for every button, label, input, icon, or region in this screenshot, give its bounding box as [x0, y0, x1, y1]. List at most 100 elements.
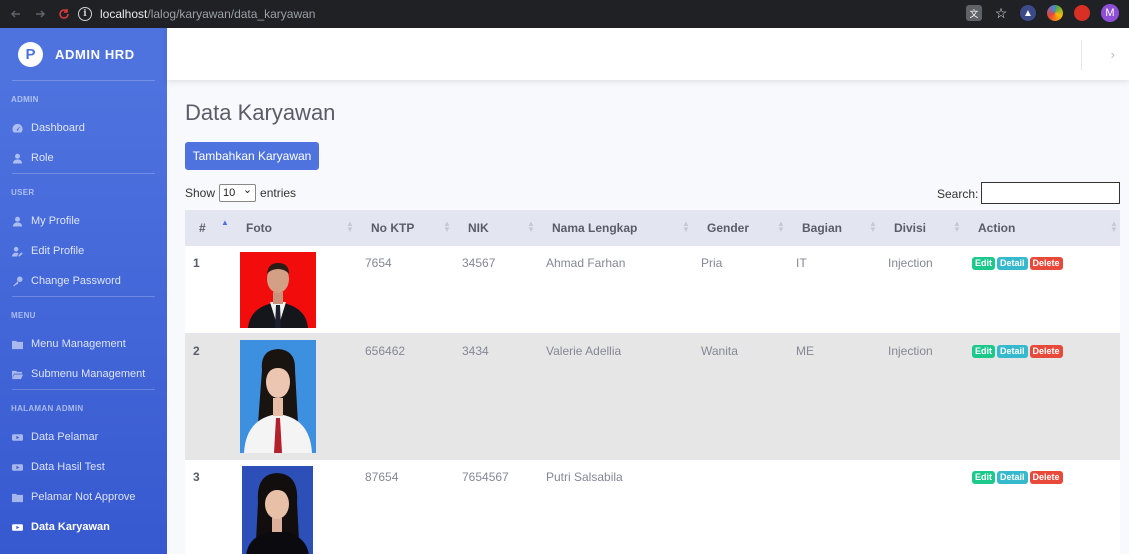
youtube-icon: [11, 431, 23, 443]
table-row: 1 7654 34567 Ahmad Farhan Pria IT Inject…: [185, 245, 1120, 333]
cell-divisi: Injection: [888, 344, 933, 358]
sort-icon: ▲ ▼: [443, 219, 451, 234]
table-row: 2 656462 3434 Valerie Adellia Wanita ME …: [185, 333, 1120, 459]
reload-icon[interactable]: [58, 8, 70, 20]
star-icon[interactable]: ☆: [993, 5, 1009, 21]
search-input[interactable]: [981, 182, 1120, 204]
sort-icon: ▲ ▼: [346, 219, 354, 234]
sidebar-heading-user: USER: [11, 188, 35, 197]
add-employee-button[interactable]: Tambahkan Karyawan: [185, 142, 319, 170]
col-header-no[interactable]: #: [199, 221, 206, 235]
cell-nik: 3434: [462, 344, 489, 358]
address-bar[interactable]: i localhost/lalog/karyawan/data_karyawan: [78, 3, 958, 25]
url-host: localhost: [100, 7, 148, 21]
row-actions: Edit Detail Delete: [972, 257, 1063, 270]
forward-icon[interactable]: [34, 8, 46, 20]
youtube-icon: [11, 521, 23, 533]
col-header-divisi[interactable]: Divisi: [894, 221, 926, 235]
cell-bagian: ME: [796, 344, 814, 358]
col-header-bagian[interactable]: Bagian: [802, 221, 842, 235]
delete-button[interactable]: Delete: [1029, 471, 1063, 484]
youtube-icon: [11, 461, 23, 473]
cell-nik: 7654567: [462, 470, 509, 484]
sort-icon: ▲ ▼: [953, 219, 961, 234]
sidebar-item-label: Change Password: [31, 275, 121, 287]
detail-button[interactable]: Detail: [997, 345, 1028, 358]
sidebar-item-label: Role: [31, 152, 54, 164]
row-actions: Edit Detail Delete: [972, 345, 1063, 358]
detail-button[interactable]: Detail: [997, 471, 1028, 484]
entries-label: entries: [260, 186, 297, 200]
employee-photo: [242, 466, 313, 554]
cell-nik: 34567: [462, 256, 496, 270]
edit-button[interactable]: Edit: [972, 257, 995, 270]
topbar: ›: [167, 28, 1129, 80]
sidebar-item-change-password[interactable]: Change Password: [0, 266, 167, 296]
main-content: Data Karyawan Tambahkan Karyawan Show 10…: [167, 80, 1129, 554]
profile-avatar[interactable]: M: [1101, 4, 1119, 22]
sidebar-heading-halaman-admin: HALAMAN ADMIN: [11, 404, 84, 413]
col-header-foto[interactable]: Foto: [246, 221, 272, 235]
back-icon[interactable]: [10, 8, 22, 20]
edit-button[interactable]: Edit: [972, 471, 995, 484]
cell-no: 2: [193, 344, 200, 358]
sidebar-item-label: Menu Management: [31, 338, 126, 350]
cell-no: 1: [193, 256, 200, 270]
sidebar-item-dashboard[interactable]: Dashboard: [0, 113, 167, 143]
sidebar-item-label: Data Pelamar: [31, 431, 99, 443]
sidebar-item-edit-profile[interactable]: Edit Profile: [0, 236, 167, 266]
sort-icon: ▲ ▼: [527, 219, 535, 234]
extension-color-icon[interactable]: [1047, 5, 1063, 21]
cell-nama: Valerie Adellia: [546, 344, 622, 358]
cell-no: 3: [193, 470, 200, 484]
sidebar-brand[interactable]: P ADMIN HRD: [0, 28, 167, 80]
col-header-no-ktp[interactable]: No KTP: [371, 221, 414, 235]
show-label: Show: [185, 186, 216, 200]
sidebar-heading-admin: ADMIN: [11, 95, 39, 104]
sidebar-item-label: My Profile: [31, 215, 80, 227]
employee-photo: [240, 340, 316, 453]
entries-select-value: 10: [223, 187, 236, 199]
delete-button[interactable]: Delete: [1029, 345, 1063, 358]
entries-select[interactable]: 10: [219, 183, 257, 202]
sidebar-item-label: Edit Profile: [31, 245, 85, 257]
show-entries: Show 10 entries: [185, 183, 297, 202]
dashboard-icon: [11, 122, 23, 134]
sidebar: P ADMIN HRD ADMIN Dashboard Role USER My…: [0, 28, 167, 554]
sidebar-item-submenu-management[interactable]: Submenu Management: [0, 359, 167, 389]
url-path: /lalog/karyawan/data_karyawan: [147, 7, 316, 21]
sidebar-item-role[interactable]: Role: [0, 143, 167, 173]
col-header-action[interactable]: Action: [978, 221, 1015, 235]
col-header-gender[interactable]: Gender: [707, 221, 749, 235]
sidebar-item-data-pelamar[interactable]: Data Pelamar: [0, 422, 167, 452]
sidebar-item-my-profile[interactable]: My Profile: [0, 206, 167, 236]
employee-photo: [240, 252, 316, 328]
folder-icon: [11, 491, 23, 503]
cell-gender: Pria: [701, 256, 723, 270]
sidebar-item-data-hasil-test[interactable]: Data Hasil Test: [0, 452, 167, 482]
detail-button[interactable]: Detail: [997, 257, 1028, 270]
site-info-icon[interactable]: i: [78, 7, 92, 21]
col-header-nik[interactable]: NIK: [468, 221, 489, 235]
cell-nama: Ahmad Farhan: [546, 256, 626, 270]
sidebar-item-data-karyawan[interactable]: Data Karyawan: [0, 512, 167, 542]
table-header: # ▲ Foto ▲ ▼ No KTP ▲ ▼ NIK ▲ ▼ Nama Lengka…: [185, 210, 1120, 245]
sort-asc-icon: ▲: [221, 218, 229, 227]
sidebar-item-menu-management[interactable]: Menu Management: [0, 329, 167, 359]
cell-no-ktp: 656462: [365, 344, 406, 358]
sort-icon: ▲ ▼: [682, 219, 690, 234]
sidebar-item-label: Data Karyawan: [31, 521, 110, 533]
user-icon: [11, 215, 23, 227]
chevron-right-icon[interactable]: ›: [1111, 47, 1115, 62]
edit-button[interactable]: Edit: [972, 345, 995, 358]
folder-open-icon: [11, 368, 23, 380]
user-edit-icon: [11, 245, 23, 257]
extension-red-icon[interactable]: [1074, 5, 1090, 21]
sidebar-item-label: Pelamar Not Approve: [31, 491, 136, 503]
translate-icon[interactable]: 文: [966, 5, 982, 21]
sidebar-item-pelamar-not-approve[interactable]: Pelamar Not Approve: [0, 482, 167, 512]
extension-cursor-icon[interactable]: ▲: [1020, 5, 1036, 21]
delete-button[interactable]: Delete: [1029, 257, 1063, 270]
brand-title: ADMIN HRD: [55, 46, 135, 62]
col-header-nama-lengkap[interactable]: Nama Lengkap: [552, 221, 637, 235]
